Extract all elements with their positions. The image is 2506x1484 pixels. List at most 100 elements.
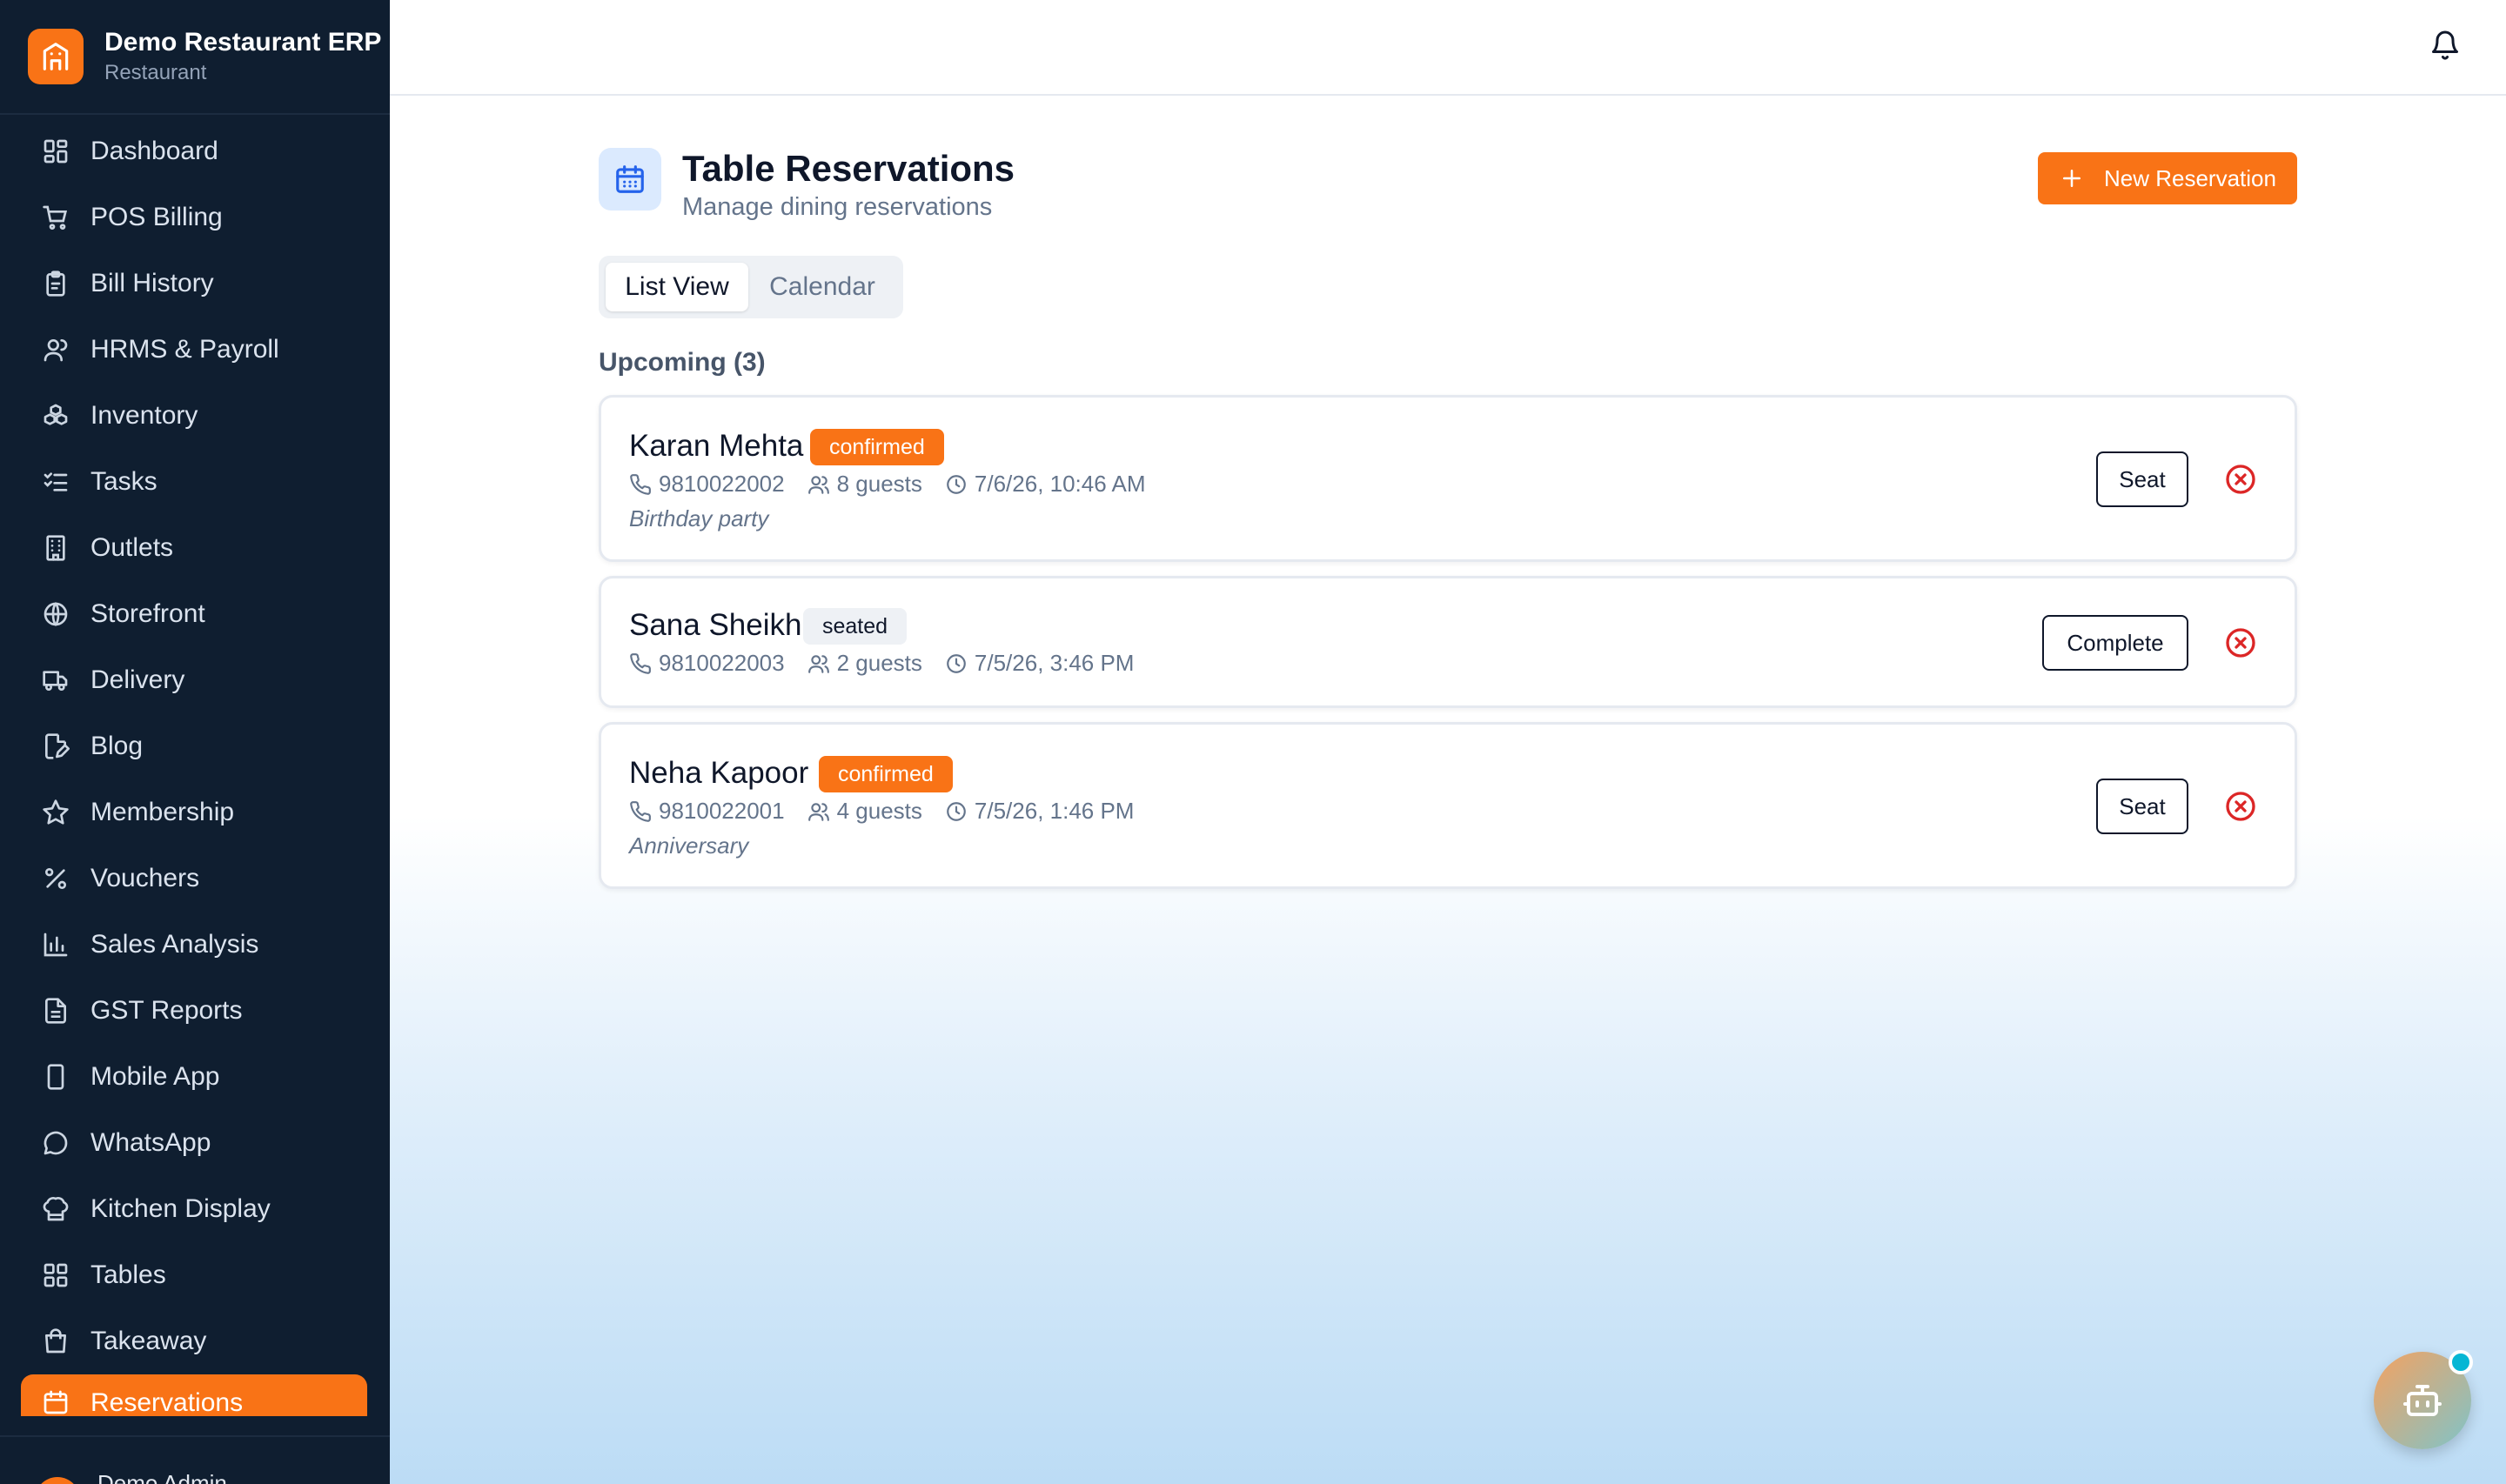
sidebar-item-label: POS Billing: [90, 203, 223, 231]
message-circle-icon: [44, 1131, 68, 1155]
phone-number: 9810022002: [659, 471, 785, 497]
sidebar-item-reservations[interactable]: Reservations: [21, 1374, 367, 1416]
sidebar-nav: Dashboard POS Billing Bill History HRMS …: [0, 115, 390, 1416]
bell-icon[interactable]: [2429, 30, 2461, 61]
user-profile[interactable]: Demo Admin: [0, 1435, 390, 1484]
cart-icon: [43, 205, 68, 230]
reservation-meta: 9810022003 2 guests 7/5/26, 3:46 PM: [629, 650, 1134, 677]
sidebar-item-label: Reservations: [90, 1388, 244, 1416]
sidebar-item-label: Bill History: [90, 269, 214, 297]
brand-subtitle: Restaurant: [104, 61, 207, 84]
page-subtitle: Manage dining reservations: [682, 193, 993, 221]
status-dot: [2449, 1350, 2473, 1374]
sidebar-item-label: Kitchen Display: [90, 1194, 271, 1223]
sidebar-item-tasks[interactable]: Tasks: [0, 449, 390, 515]
sidebar-item-sales-analysis[interactable]: Sales Analysis: [0, 912, 390, 978]
section-title: Upcoming (3): [599, 348, 766, 377]
reservation-note: Anniversary: [629, 832, 749, 859]
bar-chart-icon: [44, 933, 68, 957]
new-reservation-button[interactable]: New Reservation: [2038, 152, 2297, 204]
seat-button[interactable]: Seat: [2096, 451, 2188, 507]
sidebar-item-label: Storefront: [90, 599, 205, 628]
sidebar-item-label: GST Reports: [90, 996, 243, 1025]
reservation-meta: 9810022002 8 guests 7/6/26, 10:46 AM: [629, 471, 1146, 498]
sidebar-item-delivery[interactable]: Delivery: [0, 647, 390, 713]
clock-icon: [947, 801, 966, 821]
seat-button[interactable]: Seat: [2096, 779, 2188, 834]
tab-calendar[interactable]: Calendar: [748, 263, 896, 311]
sidebar: Demo Restaurant ERP Restaurant Dashboard…: [0, 0, 390, 1484]
sidebar-item-mobile-app[interactable]: Mobile App: [0, 1044, 390, 1110]
sidebar-item-label: Tasks: [90, 467, 157, 496]
main-content: Table Reservations Manage dining reserva…: [390, 0, 2506, 1484]
reservation-card: Neha Kapoor confirmed 9810022001 4 guest…: [599, 722, 2297, 889]
calendar-icon: [599, 148, 661, 211]
status-badge: confirmed: [819, 756, 953, 792]
phone-number: 9810022003: [659, 650, 785, 676]
sidebar-item-gst-reports[interactable]: GST Reports: [0, 978, 390, 1044]
sidebar-item-label: HRMS & Payroll: [90, 335, 279, 364]
building-icon: [46, 535, 65, 561]
reservation-card: Sana Sheikh seated 9810022003 2 guests 7…: [599, 576, 2297, 708]
brand-name: Demo Restaurant ERP: [104, 28, 382, 57]
sidebar-item-outlets[interactable]: Outlets: [0, 515, 390, 581]
brand[interactable]: Demo Restaurant ERP Restaurant: [0, 0, 390, 115]
sidebar-item-label: Membership: [90, 798, 235, 826]
restaurant-logo-icon: [28, 29, 84, 84]
guest-count: 4 guests: [836, 798, 922, 824]
shopping-bag-icon: [45, 1328, 66, 1354]
sidebar-item-whatsapp[interactable]: WhatsApp: [0, 1110, 390, 1176]
cancel-reservation-icon[interactable]: [2223, 625, 2258, 660]
sidebar-item-label: Vouchers: [90, 864, 200, 892]
guest-count: 2 guests: [836, 650, 922, 676]
dashboard-icon: [44, 139, 68, 164]
sidebar-item-takeaway[interactable]: Takeaway: [0, 1308, 390, 1374]
guest-name: Karan Mehta: [629, 429, 804, 463]
users-icon: [807, 802, 829, 821]
status-badge: seated: [803, 608, 908, 645]
bot-icon: [2403, 1385, 2442, 1416]
reservation-card: Karan Mehta confirmed 9810022002 8 guest…: [599, 395, 2297, 562]
reservation-time: 7/5/26, 1:46 PM: [974, 798, 1135, 824]
sidebar-item-label: Outlets: [90, 533, 174, 562]
status-badge: confirmed: [810, 429, 944, 465]
user-name: Demo Admin: [97, 1470, 227, 1484]
sidebar-item-label: Tables: [90, 1260, 166, 1289]
top-bar: [390, 0, 2506, 96]
phone-icon: [630, 800, 651, 822]
sidebar-item-kitchen-display[interactable]: Kitchen Display: [0, 1176, 390, 1242]
guest-name: Neha Kapoor: [629, 756, 809, 790]
star-icon: [43, 799, 69, 825]
page-header: Table Reservations Manage dining reserva…: [599, 146, 2297, 224]
sidebar-item-tables[interactable]: Tables: [0, 1242, 390, 1308]
complete-button[interactable]: Complete: [2042, 615, 2188, 671]
view-tabs: List View Calendar: [599, 256, 903, 318]
sidebar-item-vouchers[interactable]: Vouchers: [0, 846, 390, 912]
sidebar-item-label: Delivery: [90, 665, 185, 694]
avatar: [35, 1477, 80, 1484]
file-text-icon: [45, 998, 66, 1024]
grid-icon: [44, 1263, 68, 1287]
cancel-reservation-icon[interactable]: [2223, 462, 2258, 497]
new-reservation-label: New Reservation: [2104, 164, 2276, 191]
percent-icon: [45, 868, 66, 889]
sidebar-item-storefront[interactable]: Storefront: [0, 581, 390, 647]
tab-list-view[interactable]: List View: [606, 263, 748, 311]
users-icon: [807, 654, 829, 673]
guest-count: 8 guests: [836, 471, 922, 497]
sidebar-item-membership[interactable]: Membership: [0, 779, 390, 846]
users-icon: [807, 475, 829, 494]
clock-icon: [947, 474, 966, 494]
cancel-reservation-icon[interactable]: [2223, 789, 2258, 824]
sidebar-item-blog[interactable]: Blog: [0, 713, 390, 779]
globe-icon: [44, 602, 68, 626]
reservation-note: Birthday party: [629, 505, 769, 531]
phone-icon: [630, 473, 651, 495]
phone-number: 9810022001: [659, 798, 785, 824]
sidebar-item-pos-billing[interactable]: POS Billing: [0, 184, 390, 251]
sidebar-item-dashboard[interactable]: Dashboard: [0, 118, 390, 184]
calendar-icon: [44, 1390, 68, 1414]
sidebar-item-bill-history[interactable]: Bill History: [0, 251, 390, 317]
sidebar-item-inventory[interactable]: Inventory: [0, 383, 390, 449]
sidebar-item-hrms-payroll[interactable]: HRMS & Payroll: [0, 317, 390, 383]
